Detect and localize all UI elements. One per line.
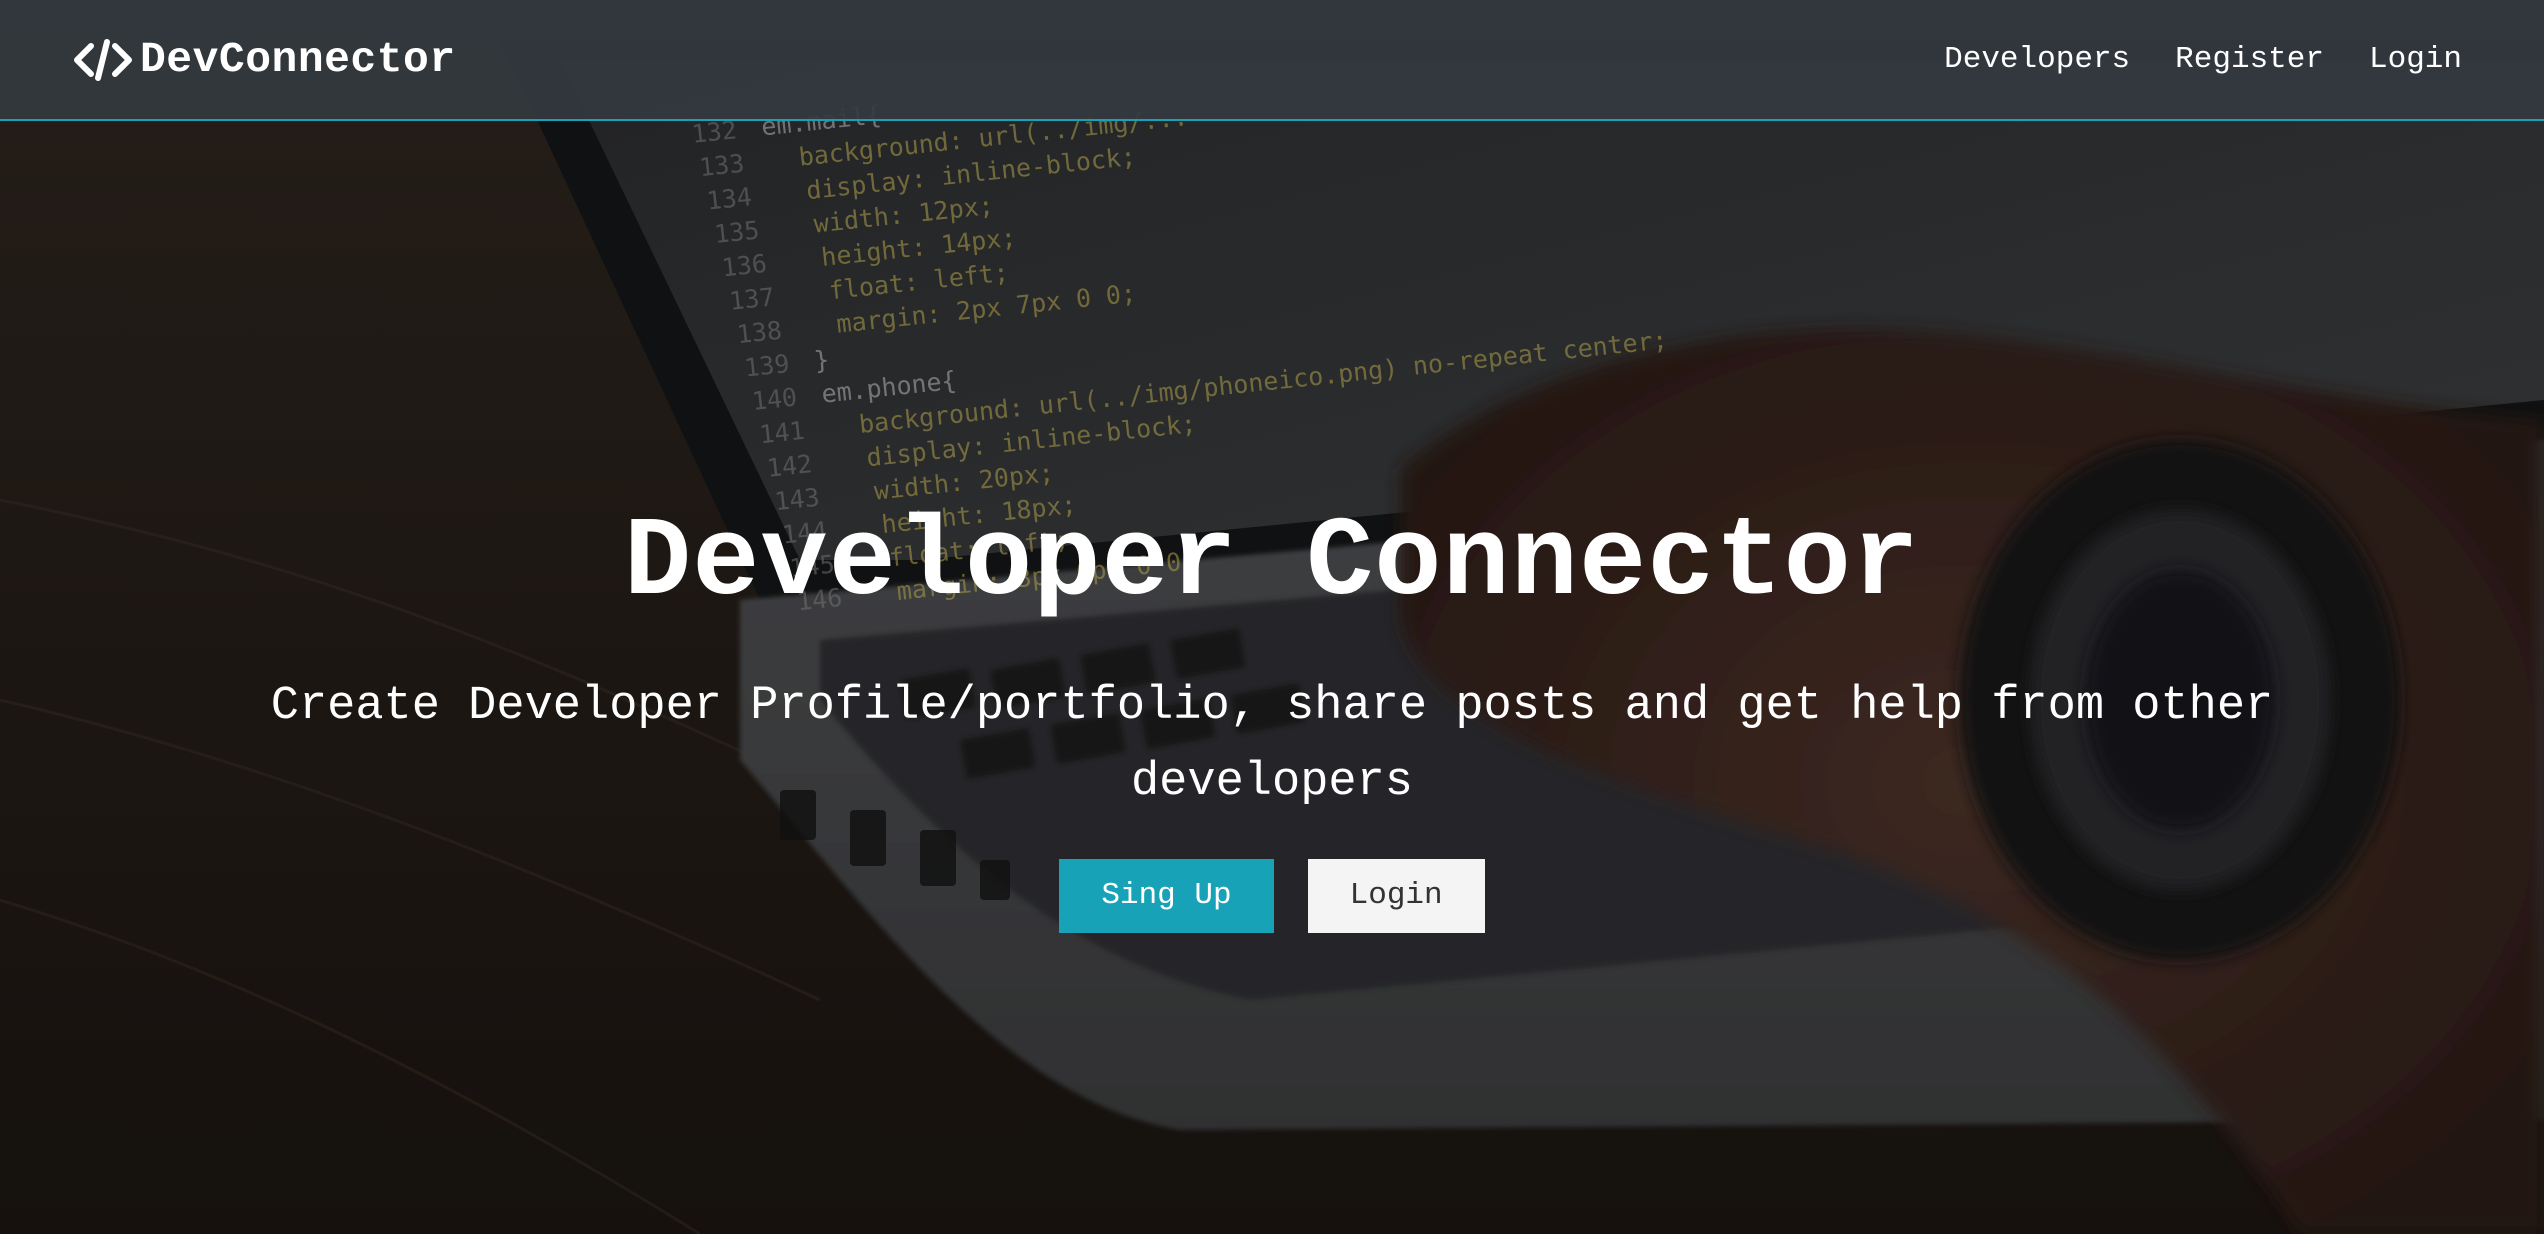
code-icon — [72, 35, 134, 85]
signup-button[interactable]: Sing Up — [1059, 859, 1274, 934]
login-button[interactable]: Login — [1307, 859, 1485, 934]
nav-item-developers: Developers — [1944, 42, 2130, 77]
nav-item-register: Register — [2175, 42, 2324, 77]
hero-title: Developer Connector — [623, 500, 1920, 627]
brand-name: DevConnector — [140, 35, 456, 84]
nav-link-login[interactable]: Login — [2369, 42, 2462, 77]
nav-links: Developers Register Login — [1944, 42, 2462, 77]
nav-link-register[interactable]: Register — [2175, 42, 2324, 77]
nav-item-login: Login — [2369, 42, 2462, 77]
navbar: DevConnector Developers Register Login — [0, 0, 2544, 121]
nav-link-developers[interactable]: Developers — [1944, 42, 2130, 77]
brand-logo-link[interactable]: DevConnector — [72, 35, 456, 85]
hero-buttons: Sing Up Login — [1059, 859, 1485, 934]
hero-lead: Create Developer Profile/portfolio, shar… — [270, 680, 2274, 810]
landing-hero: Developer Connector Create Developer Pro… — [0, 122, 2544, 1234]
